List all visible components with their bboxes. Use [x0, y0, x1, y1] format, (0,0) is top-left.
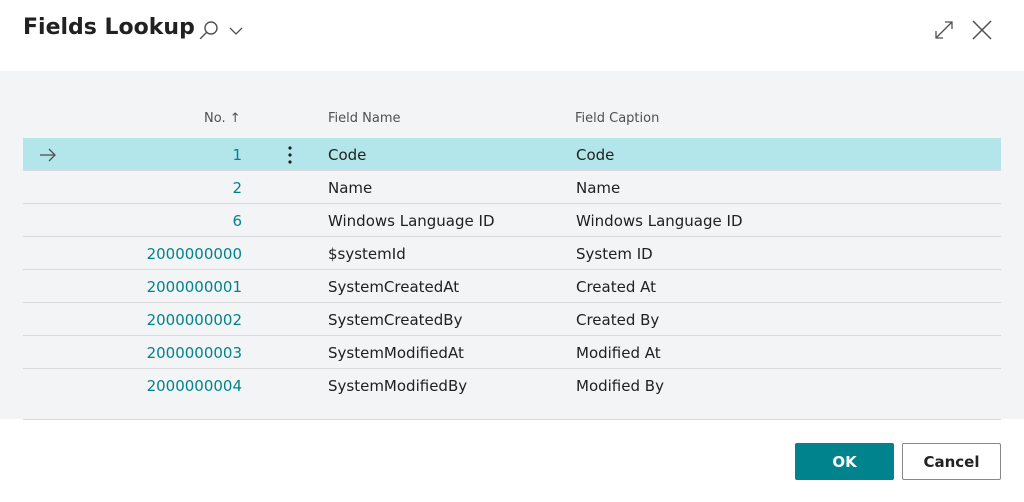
list-bottom-divider — [23, 419, 1001, 420]
cell-no[interactable]: 2000000001 — [147, 278, 242, 296]
cell-field-name: Windows Language ID — [328, 212, 495, 230]
more-vertical-icon[interactable] — [283, 144, 297, 166]
cell-field-name: $systemId — [328, 245, 406, 263]
search-toggle[interactable] — [198, 20, 246, 42]
dialog-title: Fields Lookup — [23, 15, 195, 40]
cancel-button[interactable]: Cancel — [902, 443, 1001, 480]
column-header-field-name[interactable]: Field Name — [328, 111, 401, 126]
cell-field-caption: Modified At — [576, 344, 661, 362]
cell-field-caption: System ID — [576, 245, 653, 263]
table-row[interactable]: 2000000000 $systemId System ID — [23, 237, 1001, 270]
table-row[interactable]: 6 Windows Language ID Windows Language I… — [23, 204, 1001, 237]
table-row[interactable]: 1 Code Code — [23, 138, 1001, 171]
table-row[interactable]: 2000000002 SystemCreatedBy Created By — [23, 303, 1001, 336]
table-row[interactable]: 2000000003 SystemModifiedAt Modified At — [23, 336, 1001, 369]
cell-field-name: SystemModifiedAt — [328, 344, 464, 362]
cell-no[interactable]: 1 — [232, 146, 242, 164]
expand-button[interactable] — [932, 18, 956, 42]
cell-field-name: SystemCreatedAt — [328, 278, 460, 296]
cell-no[interactable]: 2000000002 — [147, 311, 242, 329]
arrow-right-icon — [40, 148, 56, 162]
table-row[interactable]: 2000000001 SystemCreatedAt Created At — [23, 270, 1001, 303]
cell-no[interactable]: 2 — [232, 179, 242, 197]
cell-field-name: SystemModifiedBy — [328, 377, 468, 395]
cell-field-caption: Modified By — [576, 377, 664, 395]
cell-field-name: Name — [328, 179, 373, 197]
cell-field-name: SystemCreatedBy — [328, 311, 463, 329]
close-icon — [972, 20, 992, 40]
cell-no[interactable]: 2000000000 — [147, 245, 242, 263]
search-icon — [199, 21, 218, 40]
cell-field-caption: Created By — [576, 311, 660, 329]
expand-icon — [935, 21, 953, 39]
chevron-down-icon — [229, 27, 243, 35]
cell-field-name: Code — [328, 146, 367, 164]
table-row[interactable]: 2000000004 SystemModifiedBy Modified By — [23, 369, 1001, 402]
cell-field-caption: Windows Language ID — [576, 212, 743, 230]
table-row[interactable]: 2 Name Name — [23, 171, 1001, 204]
cell-field-caption: Name — [576, 179, 621, 197]
column-header-field-caption[interactable]: Field Caption — [575, 111, 659, 126]
close-button[interactable] — [970, 18, 994, 42]
column-header-no[interactable]: No. ↑ — [204, 111, 241, 126]
cell-no[interactable]: 6 — [232, 212, 242, 230]
cell-field-caption: Created At — [576, 278, 657, 296]
dialog-header: Fields Lookup — [0, 0, 1024, 71]
cell-no[interactable]: 2000000004 — [147, 377, 242, 395]
cell-field-caption: Code — [576, 146, 615, 164]
cell-no[interactable]: 2000000003 — [147, 344, 242, 362]
ok-button[interactable]: OK — [795, 443, 894, 480]
